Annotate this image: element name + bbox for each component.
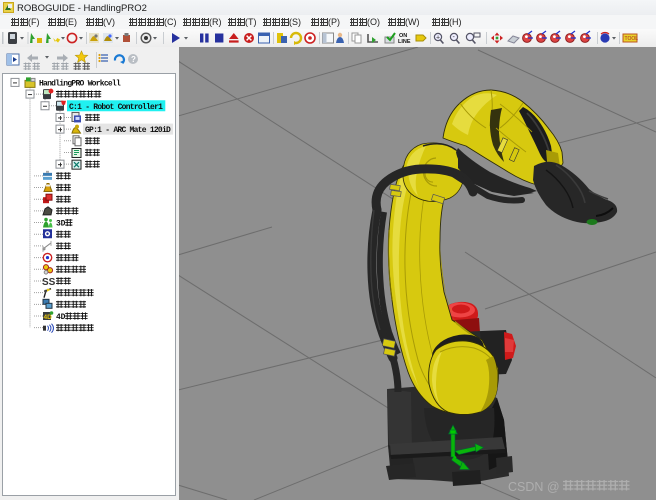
svg-text:4D: 4D [44,314,53,321]
svg-text:D: D [61,220,66,229]
svg-text:D: D [61,313,66,322]
svg-text:SS: SS [42,277,56,288]
svg-text:GP:1 - ARC Mate 120iD: GP:1 - ARC Mate 120iD [85,126,171,135]
svg-text:LINE: LINE [398,39,411,45]
svg-text:HandlingPRO Workcell: HandlingPRO Workcell [39,79,121,88]
svg-text:TOOL: TOOL [625,36,639,42]
svg-text:+: + [436,35,440,42]
svg-text:CSDN @: CSDN @ [508,480,560,494]
svg-text:C:1 - Robot Controller1: C:1 - Robot Controller1 [69,103,163,112]
svg-text:?: ? [131,55,136,64]
